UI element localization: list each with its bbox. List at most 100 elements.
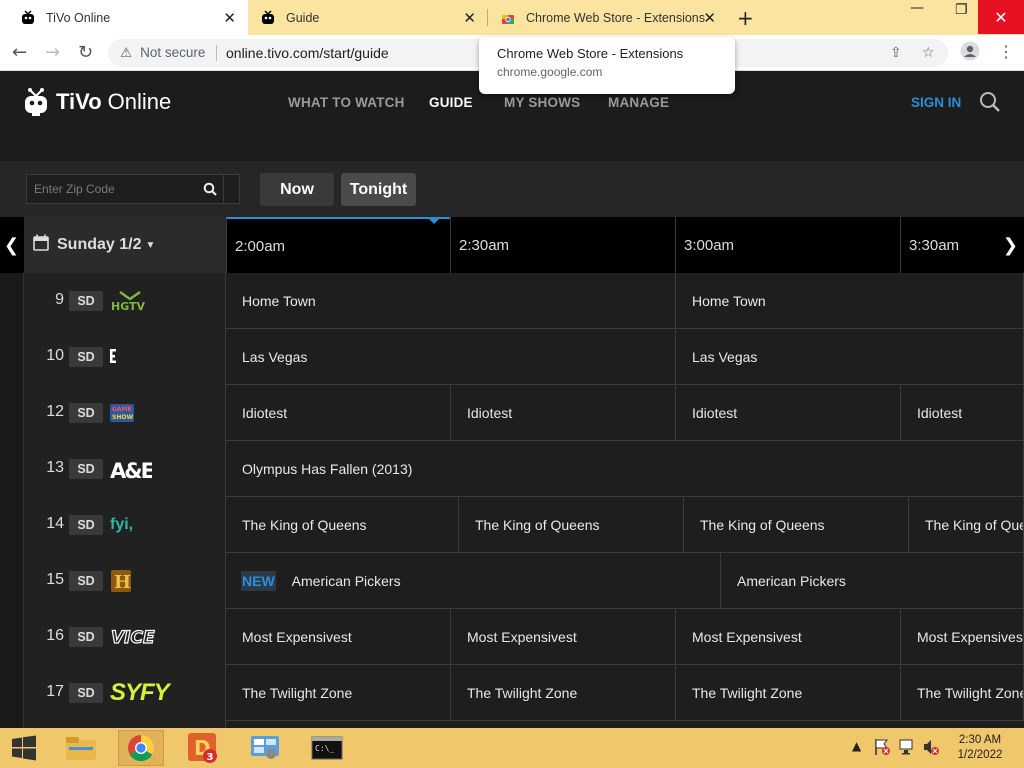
network-icon[interactable] (898, 738, 916, 759)
zip-code-input[interactable] (27, 175, 197, 203)
bookmark-star-icon[interactable]: ☆ (922, 45, 935, 61)
command-prompt-icon[interactable]: C:\_ (304, 730, 350, 766)
maximize-window-button[interactable]: ❐ (955, 2, 968, 18)
forward-arrow-icon[interactable]: → (45, 42, 60, 63)
history-logo: H (110, 564, 132, 598)
show-hidden-icons-chevron-icon[interactable]: ▲ (852, 739, 861, 753)
tab-title: Chrome Web Store - Extensions (526, 10, 706, 25)
share-icon[interactable]: ⇪ (890, 45, 902, 61)
file-explorer-icon[interactable] (58, 730, 104, 766)
close-window-button[interactable]: ✕ (978, 0, 1024, 34)
program-cell[interactable]: The King of Queens (459, 497, 684, 553)
channel-cell[interactable]: 15 SD H (0, 553, 226, 609)
vice-logo: VICE (110, 620, 166, 654)
browser-tab-strip: TiVo Online ✕ Guide ✕ Chrome Web Store -… (0, 0, 1024, 35)
sign-in-link[interactable]: SIGN IN (911, 95, 961, 110)
nav-what-to-watch[interactable]: WHAT TO WATCH (288, 95, 405, 110)
chrome-taskbar-icon[interactable] (118, 730, 164, 766)
program-cell[interactable]: Idiotest (676, 385, 901, 441)
d-app-icon[interactable]: D3 (180, 730, 226, 766)
program-cell[interactable]: The King of Queens (226, 497, 459, 553)
program-cell[interactable]: American Pickers (721, 553, 1024, 609)
program-cell[interactable]: The King of Queens (909, 497, 1024, 553)
now-button[interactable]: Now (260, 173, 334, 206)
fyi-logo: fyi, (110, 516, 134, 533)
program-cell[interactable]: Idiotest (901, 385, 1024, 441)
channel-number: 15 (46, 571, 64, 588)
calendar-icon (33, 234, 49, 256)
back-arrow-icon[interactable]: ← (12, 42, 27, 63)
action-center-flag-icon[interactable] (874, 738, 890, 759)
nav-my-shows[interactable]: MY SHOWS (504, 95, 580, 110)
program-cell[interactable]: Home Town (226, 273, 676, 329)
program-cell[interactable]: Home Town (676, 273, 1024, 329)
channel-row: 12 SD GAME SHOW Idiotest Idiotest Idiotes… (0, 385, 1024, 441)
chevron-left-icon[interactable]: ❮ (4, 235, 19, 256)
program-cell[interactable]: The Twilight Zone (226, 665, 451, 721)
quality-badge: SD (69, 347, 103, 367)
program-cell[interactable]: Most Expensivest (676, 609, 901, 665)
profile-avatar-icon[interactable] (960, 41, 980, 66)
date-selector[interactable]: Sunday 1/2 ▼ (24, 217, 226, 273)
warning-triangle-icon: ⚠ (120, 45, 133, 60)
nav-manage[interactable]: MANAGE (608, 95, 669, 110)
row-gutter (0, 329, 24, 385)
security-indicator[interactable]: ⚠ Not secure (120, 45, 205, 61)
windows-start-icon[interactable] (0, 730, 48, 766)
logo-suffix: Online (107, 89, 172, 114)
channel-cell[interactable]: 17 SD SYFY (0, 665, 226, 721)
channel-cell[interactable]: 10 SD (0, 329, 226, 385)
zip-search-icon[interactable] (203, 181, 217, 200)
chevron-right-icon[interactable]: ❯ (1003, 235, 1018, 256)
channel-number: 16 (46, 627, 64, 644)
channel-cell[interactable]: 12 SD GAME SHOW (0, 385, 226, 441)
program-cell[interactable]: Most Expensivest (451, 609, 676, 665)
new-tab-button[interactable]: + (737, 6, 754, 30)
channel-cell[interactable] (0, 721, 226, 728)
tab-chrome-web-store[interactable]: Chrome Web Store - Extensions ✕ (488, 0, 728, 35)
program-cell[interactable]: The Twilight Zone (451, 665, 676, 721)
channel-cell[interactable]: 16 SD VICE (0, 609, 226, 665)
program-cell[interactable]: Idiotest (451, 385, 676, 441)
quality-badge: SD (69, 683, 103, 703)
nav-guide[interactable]: GUIDE (429, 95, 473, 110)
program-cell[interactable]: The Twilight Zone (901, 665, 1024, 721)
tonight-button[interactable]: Tonight (341, 173, 416, 206)
hgtv-logo: HGTV (110, 284, 150, 318)
tab-guide[interactable]: Guide ✕ (240, 0, 488, 35)
search-icon[interactable] (979, 91, 1001, 117)
reload-icon[interactable]: ↻ (78, 42, 93, 63)
program-cell[interactable]: The Twilight Zone (676, 665, 901, 721)
windows-taskbar: D3 C:\_ ▲ 2:30 AM 1/2/2022 (0, 728, 1024, 768)
program-cell[interactable]: Olympus Has Fallen (2013) (226, 441, 1024, 497)
channel-cell[interactable]: 13 SD A&E (0, 441, 226, 497)
tab-title: Guide (286, 10, 320, 25)
program-cell[interactable]: Most Expensivest (901, 609, 1024, 665)
browser-menu-icon[interactable]: ⋮ (998, 42, 1014, 61)
control-panel-icon[interactable] (242, 730, 288, 766)
program-cell[interactable]: NEW American Pickers (226, 553, 721, 609)
program-cell[interactable]: Las Vegas (676, 329, 1024, 385)
program-cell[interactable]: Las Vegas (226, 329, 676, 385)
svg-text:VICE: VICE (111, 628, 155, 648)
taskbar-clock[interactable]: 2:30 AM 1/2/2022 (950, 733, 1010, 763)
guide-grid: 9 SD HGTV Home Town Home Town 10 SD Las … (0, 273, 1024, 728)
minimize-window-button[interactable]: — (910, 0, 924, 16)
close-tab-icon[interactable]: ✕ (223, 9, 236, 27)
program-cell[interactable]: Most Expensivest (226, 609, 451, 665)
svg-text:SHOW: SHOW (112, 414, 133, 421)
url-text[interactable]: online.tivo.com/start/guide (226, 45, 389, 61)
quality-badge: SD (69, 291, 103, 311)
volume-muted-icon[interactable] (922, 738, 940, 759)
channel-number: 14 (46, 515, 64, 532)
now-indicator (427, 217, 441, 224)
tivo-logo[interactable]: TiVo Online (24, 87, 171, 117)
channel-cell[interactable]: 14 SD fyi, (0, 497, 226, 553)
channel-cell[interactable]: 9 SD HGTV (0, 273, 226, 329)
tab-tivo-online[interactable]: TiVo Online ✕ (0, 0, 248, 35)
close-tab-icon[interactable]: ✕ (463, 9, 476, 27)
row-gutter (0, 721, 24, 728)
close-tab-icon[interactable]: ✕ (703, 9, 716, 27)
program-cell[interactable]: Idiotest (226, 385, 451, 441)
program-cell[interactable]: The King of Queens (684, 497, 909, 553)
